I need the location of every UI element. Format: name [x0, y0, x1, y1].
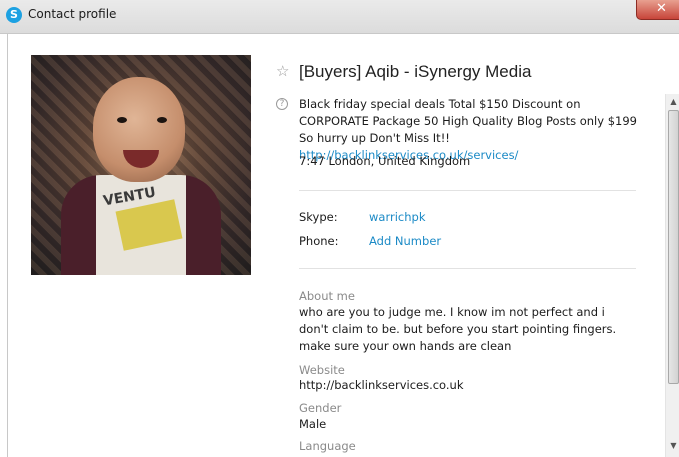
skype-logo-icon: S — [6, 7, 22, 23]
window-title: Contact profile — [28, 7, 117, 21]
close-button[interactable]: ✕ — [636, 0, 679, 20]
scroll-down-icon[interactable]: ▼ — [666, 438, 679, 453]
avatar-eye — [157, 117, 167, 123]
gender-label: Gender — [299, 401, 342, 415]
close-icon: ✕ — [656, 1, 667, 16]
skype-name-link[interactable]: warrichpk — [369, 210, 425, 224]
contact-profile-window: S Contact profile ✕ VENTU ☆ [Buyers] Aqi… — [0, 0, 679, 457]
vertical-scrollbar[interactable]: ▲ ▼ — [665, 94, 679, 457]
website-link[interactable]: http://backlinkservices.co.uk — [299, 377, 634, 394]
language-label: Language — [299, 439, 356, 453]
contact-name: [Buyers] Aqib - iSynergy Media — [299, 62, 532, 81]
about-me-label: About me — [299, 289, 355, 303]
title-bar[interactable]: S Contact profile ✕ — [0, 0, 679, 34]
add-number-link[interactable]: Add Number — [369, 234, 441, 248]
profile-content: VENTU ☆ [Buyers] Aqib - iSynergy Media ?… — [7, 34, 679, 457]
scroll-thumb[interactable] — [668, 110, 679, 384]
favorite-star-icon[interactable]: ☆ — [276, 62, 289, 80]
scroll-up-icon[interactable]: ▲ — [666, 94, 679, 109]
about-me-text: who are you to judge me. I know im not p… — [299, 305, 617, 353]
local-time: 7:47 London, United Kingdom — [299, 154, 471, 168]
skype-label: Skype: — [299, 210, 338, 224]
mood-help-icon: ? — [276, 98, 288, 110]
divider — [299, 190, 636, 191]
avatar[interactable]: VENTU — [31, 55, 251, 275]
divider — [299, 268, 636, 269]
avatar-eye — [117, 117, 127, 123]
mood-text: Black friday special deals Total $150 Di… — [299, 97, 637, 145]
phone-label: Phone: — [299, 234, 339, 248]
website-label: Website — [299, 363, 345, 377]
gender-value: Male — [299, 417, 327, 431]
